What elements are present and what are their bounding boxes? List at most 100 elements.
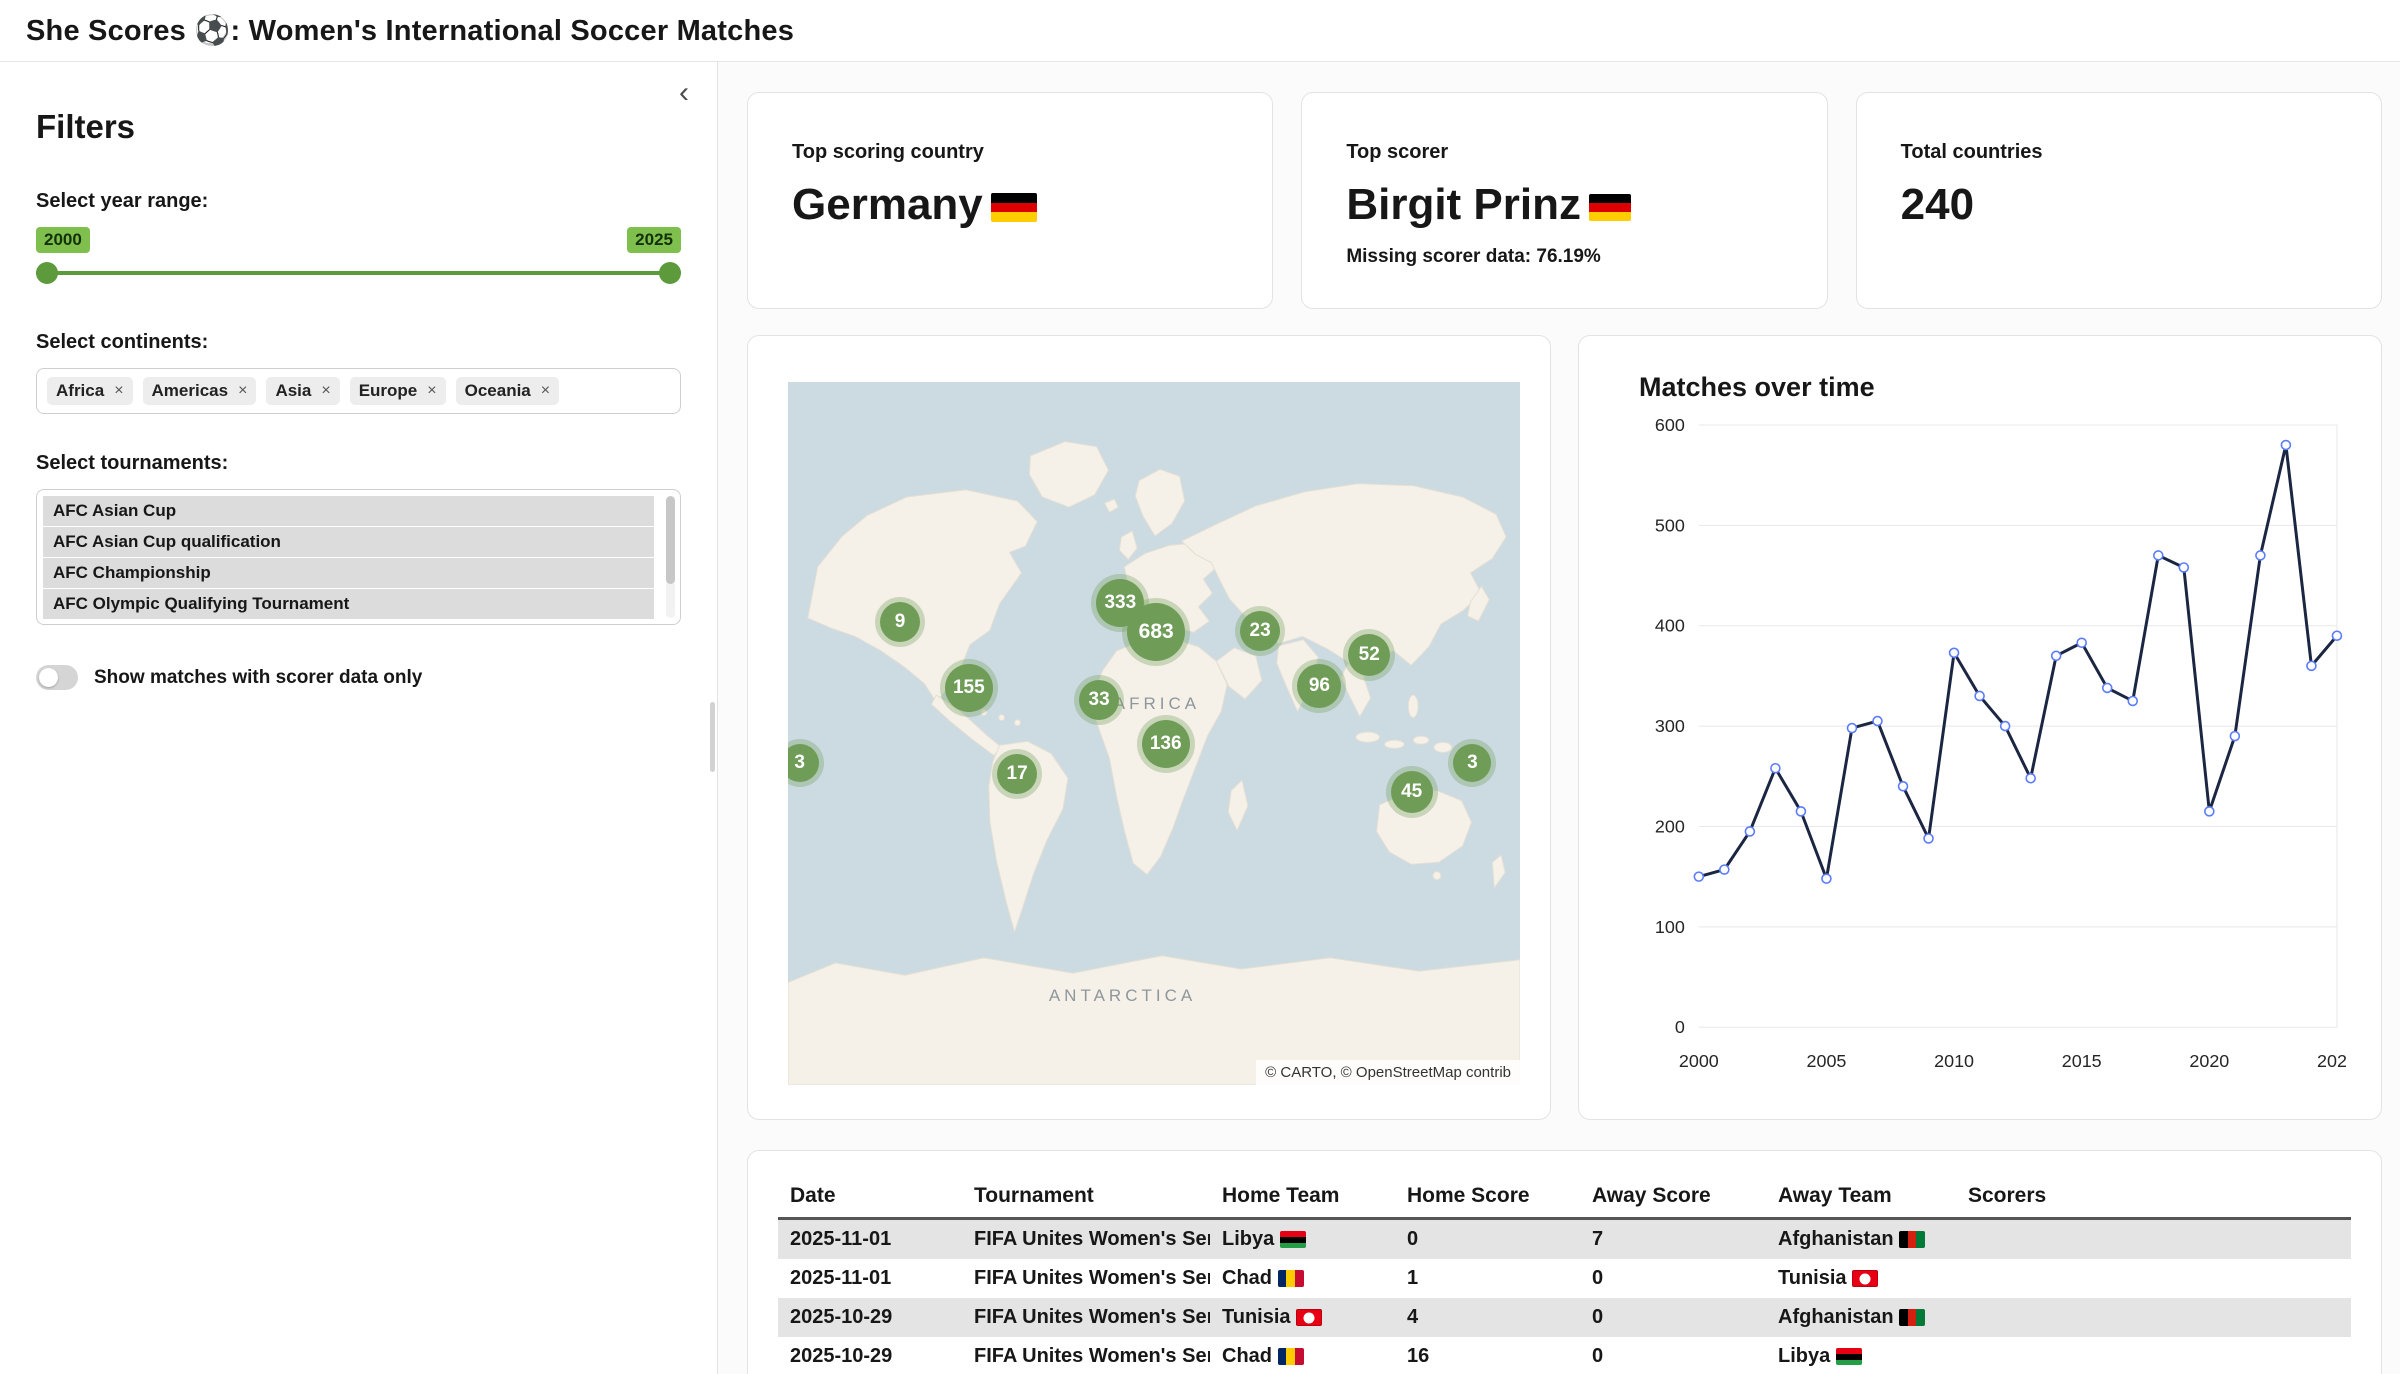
home-team-cell: Chad: [1210, 1259, 1395, 1298]
tournament-cell: FIFA Unites Women's Series: [962, 1219, 1210, 1260]
away-team-cell-text: Libya: [1778, 1345, 1830, 1367]
home-score-cell-text: 0: [1407, 1228, 1418, 1250]
date-cell-text: 2025-10-29: [790, 1345, 892, 1367]
map-cluster-marker[interactable]: 33: [1079, 680, 1119, 720]
slider-track[interactable]: [36, 261, 681, 285]
app-header: She Scores ⚽: Women's International Socc…: [0, 0, 2400, 62]
remove-tag-icon[interactable]: ×: [541, 382, 550, 400]
stat-value: Germany: [792, 180, 1228, 230]
matches-over-time-chart[interactable]: 0100200300400500600200020052010201520202…: [1613, 407, 2347, 1095]
stat-label: Total countries: [1901, 141, 2337, 164]
date-cell-text: 2025-11-01: [790, 1267, 891, 1289]
stat-value-text: Birgit Prinz: [1346, 180, 1581, 230]
sidebar-scrollbar-thumb[interactable]: [710, 702, 715, 772]
scorers-cell: [1956, 1219, 2351, 1260]
remove-tag-icon[interactable]: ×: [114, 382, 123, 400]
home-score-cell: 0: [1395, 1219, 1580, 1260]
away-team-cell: Afghanistan: [1766, 1298, 1956, 1337]
date-cell: 2025-10-29: [778, 1337, 962, 1374]
away-score-cell: 0: [1580, 1259, 1766, 1298]
slider-handle-max[interactable]: [659, 262, 681, 284]
tournament-cell-text: FIFA Unites Women's Series: [974, 1306, 1210, 1328]
af-flag-icon: [1899, 1309, 1925, 1326]
map-cluster-marker[interactable]: 96: [1297, 664, 1341, 708]
year-range-slider[interactable]: 2000 2025: [36, 227, 681, 285]
matches-table-card[interactable]: DateTournamentHome TeamHome ScoreAway Sc…: [747, 1150, 2382, 1374]
matches-table: DateTournamentHome TeamHome ScoreAway Sc…: [778, 1175, 2351, 1374]
tournament-option[interactable]: AFC Asian Cup qualification: [43, 527, 654, 557]
ly-flag-icon: [1280, 1231, 1306, 1248]
tn-flag-icon: [1852, 1270, 1878, 1287]
map-cluster-marker[interactable]: 52: [1348, 634, 1390, 676]
tournament-cell: FIFA Unites Women's Series: [962, 1259, 1210, 1298]
tournament-cell-text: FIFA Unites Women's Series: [974, 1228, 1210, 1250]
year-min-badge: 2000: [36, 227, 90, 253]
map-cluster-marker[interactable]: 3: [1453, 744, 1491, 782]
stat-value-text: Germany: [792, 180, 983, 230]
table-row: 2025-11-01 FIFA Unites Women's Series Chad…: [778, 1259, 2351, 1298]
away-team-cell: Libya: [1766, 1337, 1956, 1374]
column-header-home-team: Home Team: [1210, 1175, 1395, 1219]
tournament-cell: FIFA Unites Women's Series: [962, 1298, 1210, 1337]
de-flag-icon: [991, 193, 1037, 222]
svg-text:0: 0: [1675, 1017, 1685, 1037]
scorer-data-toggle[interactable]: [36, 665, 78, 690]
tournament-cell-text: FIFA Unites Women's Series: [974, 1345, 1210, 1367]
svg-text:500: 500: [1655, 515, 1685, 535]
map-cluster-marker[interactable]: 155: [945, 664, 993, 712]
sidebar-collapse-button[interactable]: ‹: [679, 78, 689, 108]
tournament-option[interactable]: AFC Asian Cup: [43, 496, 654, 526]
year-range-label: Select year range:: [36, 190, 681, 213]
column-header-scorers: Scorers: [1956, 1175, 2351, 1219]
continent-tag-label: Europe: [359, 381, 418, 401]
home-team-cell-text: Chad: [1222, 1345, 1272, 1367]
map-cluster-marker[interactable]: 683: [1127, 603, 1185, 661]
world-map[interactable]: AFRICAANTARCTICA915533368323529633136174…: [788, 382, 1520, 1085]
svg-text:2005: 2005: [1806, 1051, 1846, 1071]
map-card: AFRICAANTARCTICA915533368323529633136174…: [747, 335, 1551, 1120]
svg-text:2020: 2020: [2189, 1051, 2229, 1071]
away-score-cell-text: 0: [1592, 1345, 1603, 1367]
continent-tag-europe: Europe ×: [350, 377, 446, 405]
svg-text:100: 100: [1655, 917, 1685, 937]
map-cluster-marker[interactable]: 23: [1240, 611, 1280, 651]
slider-handle-min[interactable]: [36, 262, 58, 284]
tournaments-listbox[interactable]: AFC Asian CupAFC Asian Cup qualification…: [36, 489, 681, 625]
table-row: 2025-10-29FIFA Unites Women's SeriesTuni…: [778, 1298, 2351, 1337]
home-team-cell-text: Chad: [1222, 1267, 1272, 1289]
stat-label: Top scorer: [1346, 141, 1782, 164]
toggle-knob: [39, 668, 58, 687]
remove-tag-icon[interactable]: ×: [238, 382, 247, 400]
away-score-cell-text: 0: [1592, 1306, 1603, 1328]
continent-tag-africa: Africa ×: [47, 377, 133, 405]
listbox-scrollbar[interactable]: [666, 496, 675, 618]
svg-text:400: 400: [1655, 616, 1685, 636]
remove-tag-icon[interactable]: ×: [321, 382, 330, 400]
sidebar: ‹ Filters Select year range: 2000 2025 S…: [0, 62, 718, 1374]
svg-text:2000: 2000: [1679, 1051, 1719, 1071]
map-attribution[interactable]: © CARTO, © OpenStreetMap contrib: [1256, 1060, 1520, 1085]
home-team-cell: Libya: [1210, 1219, 1395, 1260]
listbox-scrollbar-thumb[interactable]: [666, 496, 675, 584]
stat-label: Top scoring country: [792, 141, 1228, 164]
stat-cards-row: Top scoring country Germany Top scorer B…: [747, 92, 2382, 309]
tournaments-label: Select tournaments:: [36, 452, 681, 475]
continents-multiselect[interactable]: Africa×Americas×Asia×Europe×Oceania×: [36, 368, 681, 414]
map-cluster-marker[interactable]: 136: [1142, 720, 1190, 768]
column-header-date: Date: [778, 1175, 962, 1219]
chart-card: Matches over time 0100200300400500600200…: [1578, 335, 2382, 1120]
map-cluster-marker[interactable]: 45: [1391, 771, 1433, 813]
away-team-cell-text: Tunisia: [1778, 1267, 1847, 1289]
td-flag-icon: [1278, 1270, 1304, 1287]
stat-card-top-scorer: Top scorer Birgit Prinz Missing scorer d…: [1301, 92, 1827, 309]
map-cluster-marker[interactable]: 9: [880, 602, 920, 642]
date-cell: 2025-11-01: [778, 1259, 962, 1298]
tournament-option[interactable]: AFC Championship: [43, 558, 654, 588]
continent-tag-label: Africa: [56, 381, 104, 401]
svg-text:2025: 2025: [2317, 1051, 2347, 1071]
tournament-option[interactable]: AFC Olympic Qualifying Tournament: [43, 589, 654, 619]
continents-label: Select continents:: [36, 331, 681, 354]
map-cluster-marker[interactable]: 17: [997, 754, 1037, 794]
remove-tag-icon[interactable]: ×: [427, 382, 436, 400]
continent-tag-label: Oceania: [465, 381, 531, 401]
